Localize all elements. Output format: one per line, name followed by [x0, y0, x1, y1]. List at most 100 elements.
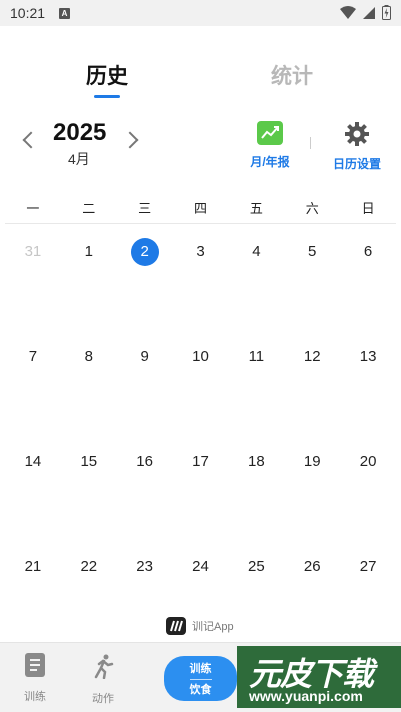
day-number: 4 — [252, 243, 261, 260]
nav-item-training[interactable]: 训练 — [10, 653, 60, 704]
day-number: 31 — [24, 243, 42, 260]
active-tab-indicator — [94, 95, 120, 98]
signal-icon — [363, 6, 375, 19]
day-number: 18 — [248, 453, 265, 470]
calendar-week-row: 14 15 16 17 18 19 20 — [5, 448, 396, 553]
day-number: 6 — [363, 243, 373, 260]
notebook-icon — [25, 653, 45, 677]
calendar-day-cell[interactable]: 21 — [5, 553, 61, 583]
calendar-day-cell[interactable]: 4 — [228, 238, 284, 268]
day-number: 24 — [192, 558, 209, 575]
day-number: 5 — [308, 243, 317, 260]
calendar-day-cell[interactable]: 25 — [228, 553, 284, 583]
day-number: 12 — [303, 348, 321, 365]
calendar-day-cell[interactable]: 12 — [284, 343, 340, 373]
weekday-label: 四 — [194, 201, 208, 216]
battery-icon — [382, 5, 391, 20]
weekday-label: 二 — [82, 201, 96, 216]
settings-label: 日历设置 — [332, 157, 381, 171]
day-number: 21 — [24, 558, 42, 575]
day-number: 3 — [196, 243, 205, 260]
app-logo-icon — [166, 617, 186, 635]
day-number: 10 — [192, 348, 209, 365]
calendar-day-cell[interactable]: 16 — [117, 448, 173, 478]
status-time: 10:21 — [10, 5, 46, 21]
weekday-label: 日 — [361, 201, 375, 216]
calendar-day-cell[interactable]: 14 — [5, 448, 61, 478]
app-brand: 训记App — [166, 617, 234, 635]
day-number: 1 — [84, 243, 93, 260]
calendar-settings-button[interactable]: 日历设置 — [322, 121, 392, 172]
training-diet-toggle[interactable]: 训练 饮食 — [164, 656, 237, 701]
calendar-day-cell[interactable]: 26 — [284, 553, 340, 583]
weekday-label: 一 — [26, 201, 40, 216]
running-person-icon — [91, 653, 115, 680]
day-number: 8 — [84, 348, 93, 365]
next-month-chevron-icon[interactable] — [121, 131, 139, 149]
gear-icon — [344, 121, 370, 147]
tab-history[interactable]: 历史 — [86, 60, 128, 90]
year-month-header: 2025 4月 月/年报 日历设置 — [0, 118, 401, 174]
nav-item-actions[interactable]: 动作 — [78, 653, 128, 706]
calendar-week-row: 31 1 2 3 4 5 6 — [5, 238, 396, 343]
calendar-day-cell[interactable]: 15 — [61, 448, 117, 478]
day-number: 22 — [80, 558, 98, 575]
tab-stats[interactable]: 统计 — [271, 60, 313, 90]
weekday-label: 三 — [138, 201, 152, 216]
calendar-day-cell[interactable]: 6 — [340, 238, 396, 268]
weekday-header: 一 二 三 四 五 六 日 — [5, 198, 396, 224]
day-number: 16 — [136, 453, 153, 470]
calendar-week-row: 7 8 9 10 11 12 13 — [5, 343, 396, 448]
calendar-day-cell[interactable]: 5 — [284, 238, 340, 268]
report-label: 月/年报 — [250, 155, 290, 169]
toggle-training-label: 训练 — [189, 663, 212, 675]
day-number: 7 — [28, 348, 38, 365]
day-number: 15 — [80, 453, 98, 470]
calendar-day-cell[interactable]: 24 — [173, 553, 229, 583]
day-number: 20 — [359, 453, 377, 470]
day-number: 14 — [24, 453, 42, 470]
monthly-yearly-report-button[interactable]: 月/年报 — [235, 121, 305, 170]
trend-chart-icon — [257, 121, 283, 145]
weekday-label: 六 — [305, 201, 319, 216]
calendar-day-cell[interactable]: 23 — [117, 553, 173, 583]
calendar-day-cell[interactable]: 22 — [61, 553, 117, 583]
calendar-day-cell[interactable]: 18 — [228, 448, 284, 478]
calendar-day-cell[interactable]: 19 — [284, 448, 340, 478]
day-number: 19 — [303, 453, 321, 470]
status-bar: 10:21 A — [0, 0, 401, 26]
app-name: 训记App — [192, 621, 234, 633]
calendar-day-cell[interactable]: 11 — [228, 343, 284, 373]
calendar-day-cell[interactable]: 8 — [61, 343, 117, 373]
toggle-diet-label: 饮食 — [189, 684, 212, 696]
month-label: 4月 — [68, 151, 90, 167]
calendar-day-cell[interactable]: 1 — [61, 238, 117, 268]
year-label: 2025 — [53, 119, 107, 146]
watermark-banner: 元皮下载 www.yuanpi.com — [237, 646, 401, 708]
day-number: 11 — [248, 348, 265, 365]
calendar-day-cell[interactable]: 3 — [173, 238, 229, 268]
wifi-icon — [340, 5, 356, 19]
day-number: 27 — [359, 558, 377, 575]
day-number: 2 — [130, 238, 159, 266]
calendar-day-today[interactable]: 2 — [117, 238, 173, 268]
top-tabs: 历史 统计 — [0, 60, 401, 100]
calendar-day-cell[interactable]: 13 — [340, 343, 396, 373]
day-number: 25 — [248, 558, 265, 575]
day-number: 13 — [359, 348, 377, 365]
prev-month-chevron-icon[interactable] — [22, 131, 40, 149]
day-number: 17 — [192, 453, 209, 470]
calendar-grid: 31 1 2 3 4 5 6 7 8 9 10 11 12 13 14 15 1… — [5, 238, 396, 658]
nav-label-training: 训练 — [24, 691, 46, 703]
calendar-day-cell[interactable]: 9 — [117, 343, 173, 373]
nav-label-actions: 动作 — [92, 693, 114, 705]
calendar-day-cell[interactable]: 17 — [173, 448, 229, 478]
calendar-day-cell[interactable]: 20 — [340, 448, 396, 478]
calendar-day-cell[interactable]: 10 — [173, 343, 229, 373]
weekday-label: 五 — [249, 201, 263, 216]
calendar-day-cell[interactable]: 31 — [5, 238, 61, 268]
toggle-divider — [189, 679, 212, 680]
tool-divider — [310, 137, 311, 149]
calendar-day-cell[interactable]: 27 — [340, 553, 396, 583]
calendar-day-cell[interactable]: 7 — [5, 343, 61, 373]
